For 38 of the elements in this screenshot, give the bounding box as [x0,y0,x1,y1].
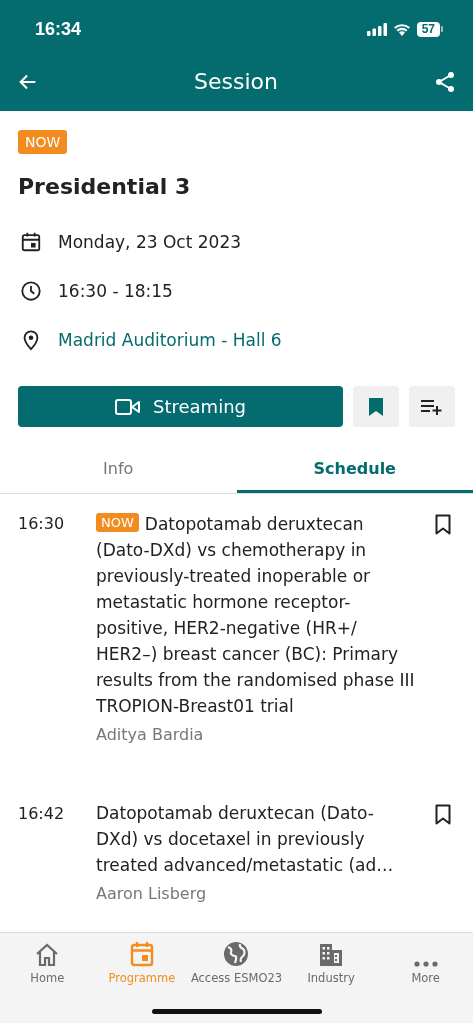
talk-time: 16:42 [18,803,66,825]
calendar-icon [20,230,42,253]
share-icon[interactable] [433,69,457,94]
speaker-name: Aaron Lisberg [96,884,207,903]
session-date: Monday, 23 Oct 2023 [58,231,241,252]
location-link[interactable]: Madrid Auditorium - Hall 6 [58,329,282,350]
bookmark-icon [368,396,384,417]
globe-icon [223,941,250,967]
bookmark-icon[interactable] [435,804,451,825]
wifi-icon [392,22,411,36]
speaker-name: Aditya Bardia [96,725,204,744]
more-icon [413,961,438,967]
tab[interactable]: Info [0,447,237,493]
session-title: Presidential 3 [18,174,191,199]
playlist-add-icon [421,398,443,415]
now-badge: NOW [18,130,68,154]
now-badge: NOW [96,513,139,532]
session-time: 16:30 - 18:15 [58,280,173,301]
add-to-playlist-button[interactable] [409,386,455,427]
talk-title[interactable]: Datopotamab deruxtecan (Dato-DXd) vs docetaxel in previously treated advanced/metastatic (ad… [96,800,415,878]
nav-tab[interactable]: More [378,941,473,985]
video-camera-icon [115,397,141,416]
nav-tab[interactable]: Access ESMO23 [189,941,284,985]
battery-icon: 57 [416,21,443,37]
calendar-icon [129,941,154,967]
talk-title[interactable]: $^{NOW}$ Datopotamab deruxtecan (Dato-DXd) vs chemotherapy in previously-treated inoperable or metastatic hormone receptor-positive, HER2-negative (HR+/ HER2–) breast cancer (BC): Primary results from the randomised phase III TROPION-Breast01 trial [96,510,415,719]
nav-tab[interactable]: Industry [283,941,379,985]
bookmark-button[interactable] [353,386,399,427]
screen-title: Session [194,69,278,94]
nav-tab[interactable]: Home [0,941,95,985]
status-time: 16:34 [35,18,82,40]
clock-icon [20,279,42,302]
signal-icon [366,22,387,36]
tab[interactable]: Schedule [236,447,473,493]
bookmark-icon[interactable] [435,514,451,535]
streaming-button[interactable]: Streaming [18,386,343,427]
talk-time: 16:30 [18,513,66,535]
building-icon [319,943,344,967]
